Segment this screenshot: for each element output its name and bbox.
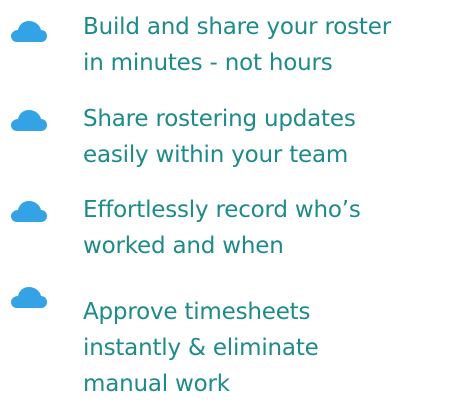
feature-text: Effortlessly record who’s worked and whe… bbox=[83, 197, 361, 259]
feature-text: Approve timesheets instantly & eliminate… bbox=[83, 299, 319, 397]
feature-text: Share rostering updates easily within yo… bbox=[83, 106, 356, 168]
cloud-icon bbox=[11, 109, 47, 133]
feature-text: Build and share your roster in minutes -… bbox=[83, 14, 391, 76]
feature-list: Build and share your roster in minutes -… bbox=[0, 0, 454, 405]
cloud-icon bbox=[11, 20, 47, 44]
cloud-icon bbox=[11, 286, 47, 310]
cloud-icon bbox=[11, 200, 47, 224]
